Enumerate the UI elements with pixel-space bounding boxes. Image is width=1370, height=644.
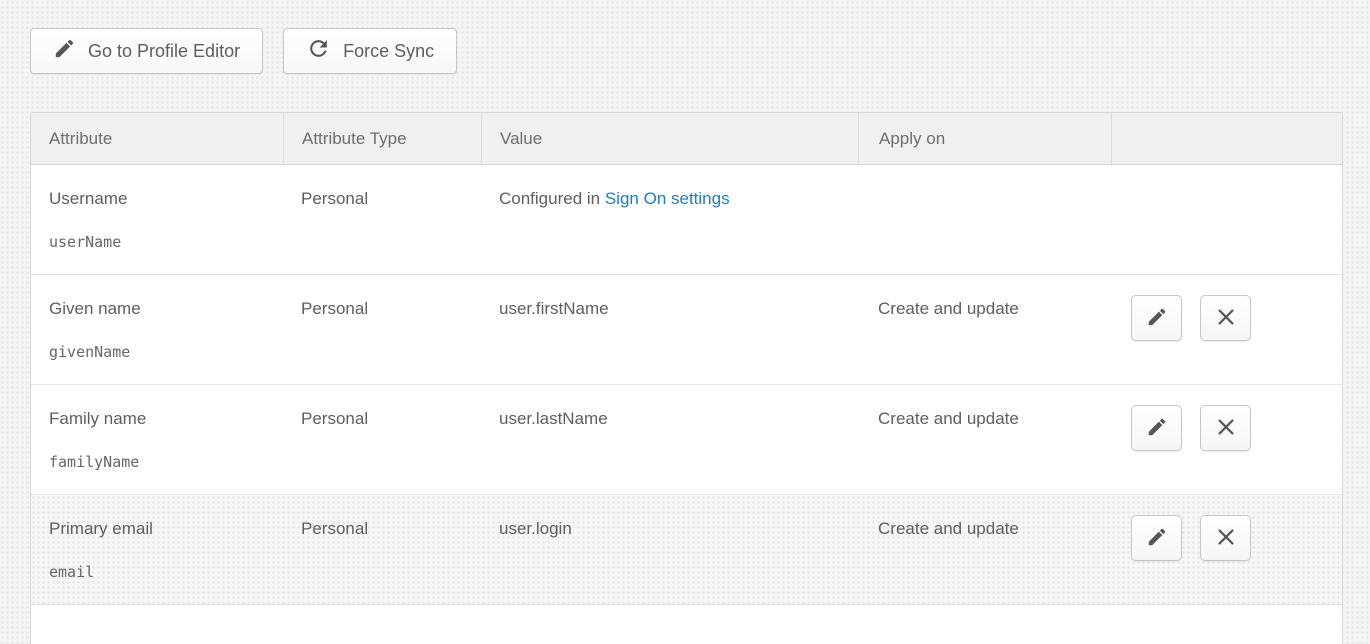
force-sync-button[interactable]: Force Sync [283, 28, 457, 74]
column-header-actions [1111, 113, 1342, 164]
attribute-variable-name: userName [49, 233, 265, 251]
force-sync-label: Force Sync [343, 41, 434, 62]
attribute-cell: Primary email email [31, 495, 283, 604]
value-text: Configured in [499, 189, 605, 208]
sign-on-settings-link[interactable]: Sign On settings [605, 189, 730, 208]
attribute-type-cell: Personal [283, 165, 481, 274]
attribute-cell: Given name givenName [31, 275, 283, 384]
value-cell: Configured in Sign On settings [481, 165, 858, 274]
attribute-label: Given name [49, 299, 141, 318]
table-row-partial [30, 605, 1343, 644]
actions-cell [1111, 275, 1342, 384]
table-row: Username userName Personal Configured in… [31, 165, 1342, 275]
attribute-label: Primary email [49, 519, 153, 538]
table-row: Given name givenName Personal user.first… [31, 275, 1342, 385]
go-to-profile-editor-button[interactable]: Go to Profile Editor [30, 28, 263, 74]
column-header-attribute: Attribute [31, 113, 283, 164]
column-header-attribute-type: Attribute Type [283, 113, 481, 164]
attribute-mapping-table: Attribute Attribute Type Value Apply on … [30, 112, 1343, 605]
go-to-profile-editor-label: Go to Profile Editor [88, 41, 240, 62]
apply-on-cell: Create and update [858, 275, 1111, 384]
toolbar: Go to Profile Editor Force Sync [0, 0, 1370, 74]
pencil-icon [1146, 526, 1168, 551]
close-icon [1215, 526, 1237, 551]
column-header-apply-on: Apply on [858, 113, 1111, 164]
attribute-label: Username [49, 189, 127, 208]
table-header-row: Attribute Attribute Type Value Apply on [31, 113, 1342, 165]
attribute-variable-name: email [49, 563, 265, 581]
value-cell: user.login [481, 495, 858, 604]
attribute-variable-name: familyName [49, 453, 265, 471]
apply-on-cell: Create and update [858, 385, 1111, 494]
edit-attribute-button[interactable] [1131, 405, 1182, 451]
attribute-label: Family name [49, 409, 146, 428]
column-header-value: Value [481, 113, 858, 164]
close-icon [1215, 416, 1237, 441]
attribute-cell: Username userName [31, 165, 283, 274]
actions-cell [1111, 495, 1342, 604]
edit-attribute-button[interactable] [1131, 295, 1182, 341]
refresh-icon [306, 36, 331, 66]
attribute-type-cell: Personal [283, 495, 481, 604]
actions-cell [1111, 385, 1342, 494]
apply-on-cell [858, 165, 1111, 274]
delete-attribute-button[interactable] [1200, 405, 1251, 451]
attribute-cell: Family name familyName [31, 385, 283, 494]
attribute-type-cell: Personal [283, 385, 481, 494]
pencil-icon [53, 37, 76, 65]
delete-attribute-button[interactable] [1200, 295, 1251, 341]
pencil-icon [1146, 416, 1168, 441]
pencil-icon [1146, 306, 1168, 331]
apply-on-cell: Create and update [858, 495, 1111, 604]
value-cell: user.lastName [481, 385, 858, 494]
edit-attribute-button[interactable] [1131, 515, 1182, 561]
table-row: Family name familyName Personal user.las… [31, 385, 1342, 495]
value-cell: user.firstName [481, 275, 858, 384]
delete-attribute-button[interactable] [1200, 515, 1251, 561]
table-row: Primary email email Personal user.login … [31, 495, 1342, 605]
attribute-type-cell: Personal [283, 275, 481, 384]
attribute-variable-name: givenName [49, 343, 265, 361]
actions-cell [1111, 165, 1342, 274]
close-icon [1215, 306, 1237, 331]
